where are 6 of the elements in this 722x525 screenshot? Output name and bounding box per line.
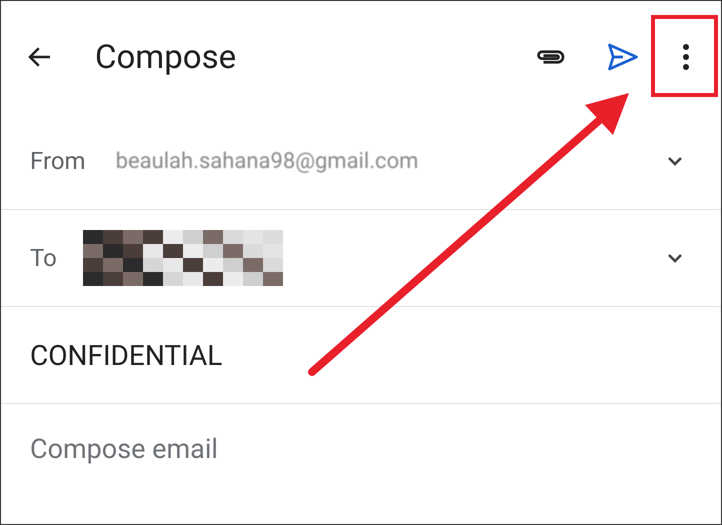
to-label: To	[30, 244, 57, 272]
screen-title: Compose	[95, 38, 236, 76]
more-options-icon[interactable]	[681, 42, 691, 72]
body-field[interactable]: Compose email	[30, 433, 430, 465]
from-label: From	[30, 147, 86, 175]
subject-field[interactable]: CONFIDENTIAL	[30, 338, 222, 372]
